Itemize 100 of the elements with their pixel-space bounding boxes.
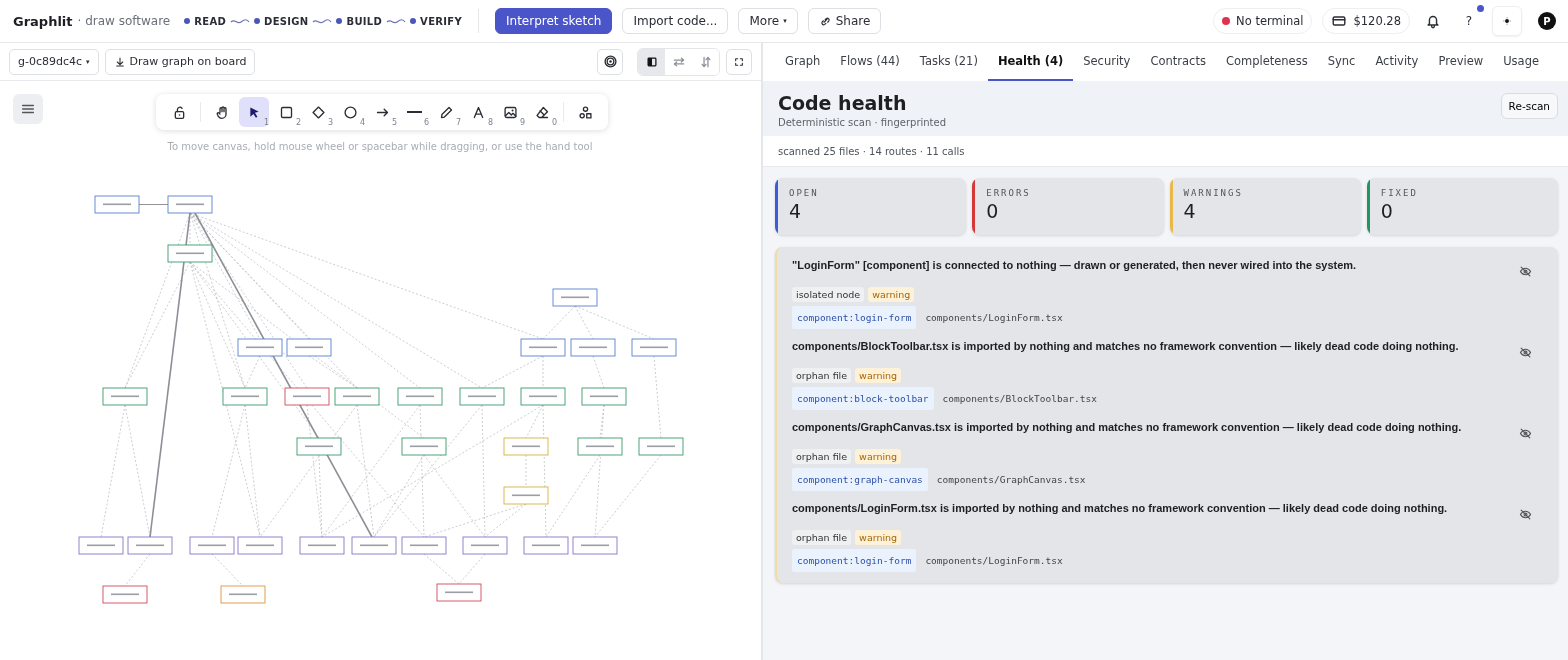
graph-node [631,338,677,357]
graph-node [638,437,684,456]
component-id: component:block-toolbar [792,387,934,410]
graph-node [572,536,618,555]
hand-icon [214,104,230,120]
eye-off-icon [1519,427,1532,440]
graph-node [222,387,268,406]
tab[interactable]: Sync [1317,43,1366,81]
share-button[interactable]: Share [807,8,882,34]
step-label: DESIGN [264,15,309,27]
edge-line [138,204,169,205]
draw-graph-button[interactable]: Draw graph on board [104,48,256,75]
tab[interactable]: Preview [1428,43,1494,81]
graph-node [127,536,173,555]
tab[interactable]: Completeness [1215,43,1318,81]
component-id: component:login-form [792,549,917,572]
menu-button[interactable] [13,94,43,124]
category-tag: isolated node [792,287,865,302]
app-name: Graphlit [13,13,73,29]
expand-icon [733,55,745,68]
wave-icon [230,16,251,26]
download-icon [113,55,126,68]
graph-node [102,387,148,406]
graph-node [459,387,505,406]
line-icon [406,110,422,114]
edge-line [458,553,486,585]
layout-mode-button[interactable] [638,48,665,75]
graph-node [520,387,566,406]
severity-tag: warning [855,368,902,383]
diamond-icon [310,104,326,120]
stat-value: 0 [986,200,1000,222]
graph-node [520,338,566,357]
step-label: READ [194,15,227,27]
graph-node [401,437,447,456]
interpret-button[interactable]: Interpret sketch [495,8,613,34]
stat-value: 4 [789,200,803,222]
wave-icon [386,16,407,26]
graph-node [299,536,345,555]
graph-node [167,195,213,214]
import-button[interactable]: Import code... [622,8,729,34]
stat-label: FIXED [1380,188,1418,198]
graph-node [401,536,447,555]
component-id: component:login-form [792,306,917,329]
graph-node [189,536,235,555]
graph-node [237,536,283,555]
graph-node [503,437,549,456]
tab[interactable]: Tasks (21) [909,43,988,81]
tab[interactable]: Usage [1493,43,1550,81]
graph-node [102,585,148,604]
graph-node [503,486,549,505]
rescan-button[interactable]: Re-scan [1500,93,1558,119]
graph-node [167,244,213,263]
canvas-hint: To move canvas, hold mouse wheel or spacebar while dragging, or use the hand tool [166,141,594,152]
tab[interactable]: Flows (44) [830,43,910,81]
step-label: VERIFY [420,15,462,27]
tab[interactable]: Contracts [1140,43,1216,81]
shapes-icon [577,104,593,120]
file-path: components/BlockToolbar.tsx [942,393,1097,404]
step-dot [184,18,191,24]
tab[interactable]: Graph [775,43,831,81]
issue-message: "LoginForm" [component] is connected to nothing — drawn or generated, then never wired into the system. [792,259,1358,271]
image-icon [502,104,518,120]
target-button[interactable] [597,48,623,75]
help-button[interactable]: ? [1456,8,1482,34]
severity-tag: warning [868,287,915,302]
eye-off-icon [1519,346,1532,359]
file-path: components/LoginForm.tsx [925,555,1063,566]
bell-icon [1425,13,1441,29]
file-path: components/GraphCanvas.tsx [936,474,1086,485]
graph-node [581,387,627,406]
square-icon [278,104,294,120]
severity-tag: warning [855,530,902,545]
graph-node [397,387,443,406]
tab[interactable]: Activity [1365,43,1429,81]
graph-node [220,585,266,604]
tab[interactable]: Security [1073,43,1141,81]
graph-node [577,437,623,456]
step-label: BUILD [346,15,383,27]
avatar[interactable]: P [1538,12,1556,30]
graph-node [334,387,380,406]
graph-node [284,387,330,406]
file-path: components/LoginForm.tsx [925,312,1063,323]
category-tag: orphan file [792,530,852,545]
panel-title: Code health [778,92,908,114]
graph-node [523,536,569,555]
issue-message: components/LoginForm.tsx is imported by nothing and matches no framework convention — likely dead code doing nothing. [792,502,1449,514]
target-icon [602,54,618,69]
pencil-icon [438,104,454,120]
graph-node [462,536,508,555]
graph-node [237,338,283,357]
stat-value: 0 [1380,200,1394,222]
graph-node [570,338,616,357]
panel-subtitle: Deterministic scan · fingerprinted [778,117,947,128]
stat-label: ERRORS [986,188,1031,198]
step-dot [336,18,343,24]
eraser-icon [534,104,550,120]
category-tag: orphan file [792,449,852,464]
eye-off-icon [1519,508,1532,521]
swap-arrows-icon [671,54,686,69]
fullscreen-button[interactable] [726,48,752,75]
